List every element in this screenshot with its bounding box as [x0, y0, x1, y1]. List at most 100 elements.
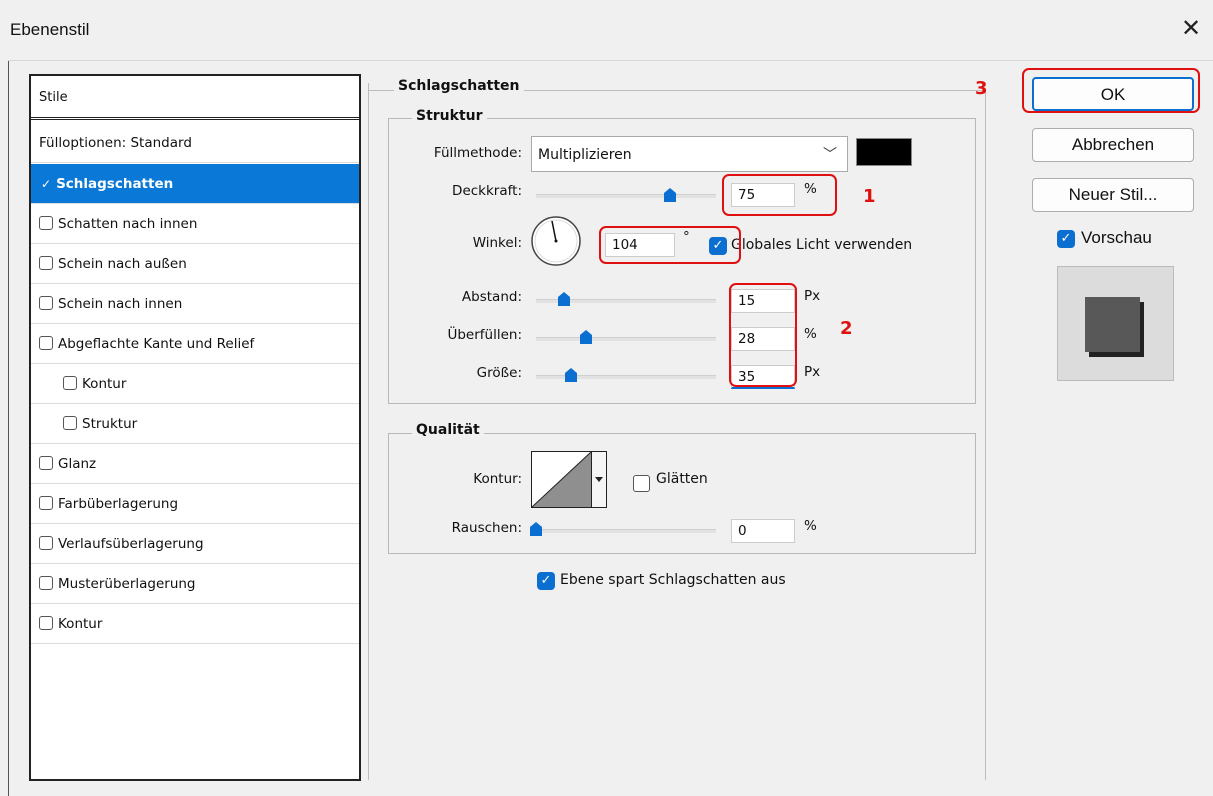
section-title: Schlagschatten	[394, 78, 524, 94]
noise-slider[interactable]	[536, 529, 716, 533]
style-item-label: Kontur	[82, 376, 127, 392]
preview-label: Vorschau	[1081, 228, 1152, 247]
angle-input[interactable]: 104	[605, 233, 675, 257]
size-slider[interactable]	[536, 375, 716, 379]
spread-unit: %	[804, 326, 817, 342]
styles-list: Stile Fülloptionen: Standard ✓ Schlagscha…	[29, 74, 361, 781]
distance-unit: Px	[804, 288, 821, 304]
preview-square	[1085, 297, 1140, 352]
style-item-inner-glow[interactable]: Schein nach innen	[31, 284, 359, 324]
annotation-number-2: 2	[840, 318, 853, 339]
style-item-color-overlay[interactable]: Farbüberlagerung	[31, 484, 359, 524]
angle-unit: °	[683, 229, 690, 245]
style-item-label: Schlagschatten	[56, 176, 174, 192]
style-item-drop-shadow[interactable]: ✓ Schlagschatten	[31, 164, 359, 204]
style-item-label: Abgeflachte Kante und Relief	[58, 336, 255, 352]
frame-divider	[8, 60, 9, 796]
fill-method-select[interactable]: Multiplizieren ﹀	[531, 136, 848, 172]
checkbox[interactable]	[63, 416, 77, 430]
checkbox[interactable]	[39, 216, 53, 230]
distance-slider-thumb[interactable]	[558, 292, 570, 306]
style-item-label: Schein nach innen	[58, 296, 183, 312]
structure-title: Struktur	[412, 108, 487, 124]
style-item-inner-shadow[interactable]: Schatten nach innen	[31, 204, 359, 244]
noise-unit: %	[804, 518, 817, 534]
checkbox[interactable]	[39, 336, 53, 350]
checkmark-icon[interactable]: ✓	[41, 164, 51, 204]
size-unit: Px	[804, 364, 821, 380]
style-item-label: Struktur	[82, 416, 138, 432]
smooth-label: Glätten	[656, 471, 708, 487]
style-item-pattern-overlay[interactable]: Musterüberlagerung	[31, 564, 359, 604]
cancel-button[interactable]: Abbrechen	[1032, 128, 1194, 162]
styles-list-header: Stile	[31, 76, 359, 120]
style-item-label: Farbüberlagerung	[58, 496, 179, 512]
style-item-label: Fülloptionen: Standard	[39, 135, 192, 151]
noise-input[interactable]: 0	[731, 519, 795, 543]
checkbox[interactable]	[63, 376, 77, 390]
opacity-slider[interactable]	[536, 194, 716, 198]
style-item-label: Schatten nach innen	[58, 216, 198, 232]
size-input[interactable]: 35	[731, 365, 795, 389]
checkbox[interactable]	[39, 536, 53, 550]
style-item-contour-sub[interactable]: Kontur	[31, 364, 359, 404]
opacity-slider-thumb[interactable]	[664, 188, 676, 202]
checkbox[interactable]	[39, 496, 53, 510]
style-item-label: Kontur	[58, 616, 103, 632]
style-item-texture[interactable]: Struktur	[31, 404, 359, 444]
knockout-checkbox[interactable]: ✓	[537, 572, 555, 590]
style-item-label: Musterüberlagerung	[58, 576, 196, 592]
global-light-label: Globales Licht verwenden	[731, 237, 913, 253]
knockout-label: Ebene spart Schlagschatten aus	[560, 572, 786, 588]
style-item-label: Verlaufsüberlagerung	[58, 536, 204, 552]
style-item-blending-options[interactable]: Fülloptionen: Standard	[31, 123, 359, 163]
fill-method-value: Multiplizieren	[538, 147, 632, 163]
distance-label: Abstand:	[461, 289, 522, 305]
noise-slider-thumb[interactable]	[530, 522, 542, 536]
new-style-button[interactable]: Neuer Stil...	[1032, 178, 1194, 212]
checkbox[interactable]	[39, 296, 53, 310]
checkbox[interactable]	[39, 616, 53, 630]
spread-label: Überfüllen:	[447, 327, 522, 343]
global-light-checkbox[interactable]: ✓	[709, 237, 727, 255]
style-item-satin[interactable]: Glanz	[31, 444, 359, 484]
style-item-outer-glow[interactable]: Schein nach außen	[31, 244, 359, 284]
ok-button[interactable]: OK	[1032, 77, 1194, 111]
chevron-down-icon: ﹀	[823, 147, 837, 163]
close-icon[interactable]: ✕	[1177, 14, 1205, 42]
contour-label: Kontur:	[473, 471, 522, 487]
checkbox[interactable]	[39, 576, 53, 590]
window-title: Ebenenstil	[10, 20, 90, 39]
style-item-gradient-overlay[interactable]: Verlaufsüberlagerung	[31, 524, 359, 564]
style-preview-thumbnail	[1057, 266, 1174, 381]
style-item-stroke[interactable]: Kontur	[31, 604, 359, 644]
size-slider-thumb[interactable]	[565, 368, 577, 382]
spread-slider-thumb[interactable]	[580, 330, 592, 344]
checkbox[interactable]	[39, 456, 53, 470]
size-label: Größe:	[476, 365, 522, 381]
preview-checkbox[interactable]: ✓	[1057, 230, 1075, 248]
section-rule-right	[985, 90, 986, 780]
style-item-label: Glanz	[58, 456, 97, 472]
style-item-bevel-emboss[interactable]: Abgeflachte Kante und Relief	[31, 324, 359, 364]
opacity-label: Deckkraft:	[452, 183, 522, 199]
opacity-unit: %	[804, 181, 817, 197]
spread-input[interactable]: 28	[731, 327, 795, 351]
angle-dial[interactable]	[530, 215, 582, 267]
annotation-number-1: 1	[863, 186, 876, 207]
panel-divider	[368, 83, 369, 780]
contour-picker[interactable]	[531, 451, 608, 508]
angle-label: Winkel:	[472, 235, 522, 251]
frame-divider-top	[8, 60, 1213, 61]
opacity-input[interactable]: 75	[731, 183, 795, 207]
shadow-color-swatch[interactable]	[856, 138, 912, 166]
smooth-checkbox[interactable]	[633, 475, 650, 492]
style-item-label: Schein nach außen	[58, 256, 187, 272]
distance-input[interactable]: 15	[731, 289, 795, 313]
annotation-number-3: 3	[975, 78, 988, 99]
fill-method-label: Füllmethode:	[433, 145, 522, 161]
spread-slider[interactable]	[536, 337, 716, 341]
quality-title: Qualität	[412, 422, 484, 438]
checkbox[interactable]	[39, 256, 53, 270]
noise-label: Rauschen:	[451, 520, 522, 536]
